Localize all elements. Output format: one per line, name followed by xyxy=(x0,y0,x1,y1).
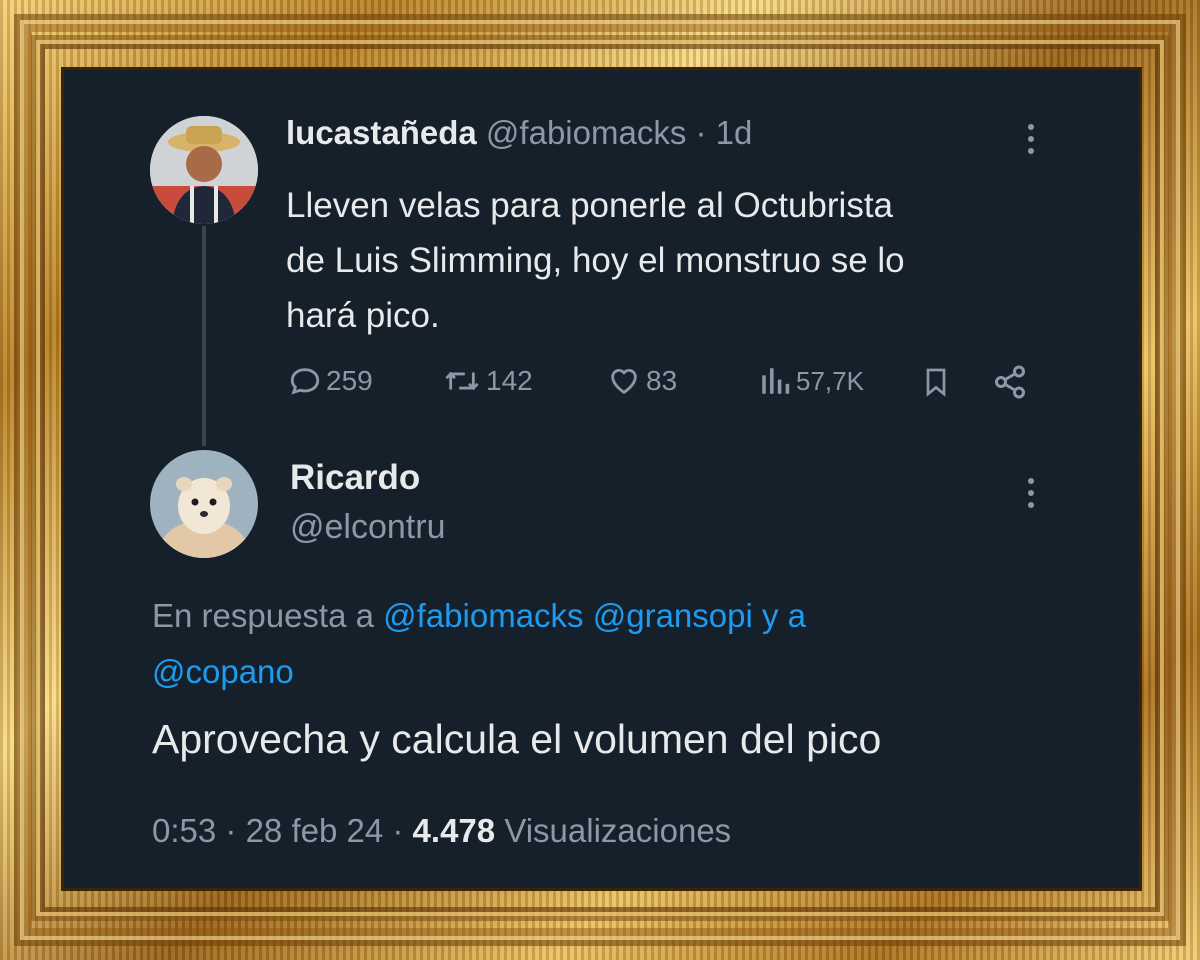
reply-time[interactable]: 0:53 xyxy=(152,812,216,849)
reply-icon xyxy=(290,368,320,395)
tweet-text-line: Lleven velas para ponerle al Octubrista xyxy=(286,186,894,225)
reply-author-handle[interactable]: @elcontru xyxy=(290,508,445,547)
tweet-text: Lleven velas para ponerle al Octubrista … xyxy=(286,178,905,343)
reply-text: Aprovecha y calcula el volumen del pico xyxy=(152,716,882,762)
author-handle[interactable]: @fabiomacks xyxy=(486,114,686,151)
like-button[interactable]: 83 xyxy=(606,364,677,398)
like-count: 83 xyxy=(646,365,678,396)
reply-conjunction: y a xyxy=(762,597,807,634)
mention-link[interactable]: @copano xyxy=(152,653,294,690)
separator-dot: · xyxy=(695,114,707,151)
retweet-icon xyxy=(445,371,479,391)
reply-meta: 0:53 · 28 feb 24 · 4.478 Visualizaciones xyxy=(152,812,731,850)
like-icon xyxy=(611,369,637,395)
views-label: Visualizaciones xyxy=(504,812,732,849)
reply-author-name[interactable]: Ricardo xyxy=(290,458,420,498)
reply-context: En respuesta a @fabiomacks @gransopi y a… xyxy=(152,588,1032,700)
bookmark-button[interactable] xyxy=(920,364,952,400)
thread-connector-line xyxy=(202,226,206,446)
retweet-count: 142 xyxy=(486,365,533,396)
tweet-text-line: hará pico. xyxy=(286,296,440,335)
mention-link[interactable]: @gransopi xyxy=(593,597,753,634)
views-count: 57,7K xyxy=(796,365,864,396)
mention-link[interactable]: @fabiomacks xyxy=(383,597,583,634)
reply-date[interactable]: 28 feb 24 xyxy=(246,812,384,849)
more-icon[interactable] xyxy=(1026,478,1036,508)
tweet-text-line: de Luis Slimming, hoy el monstruo se lo xyxy=(286,241,905,280)
views-icon xyxy=(762,368,790,394)
more-icon[interactable] xyxy=(1026,124,1036,154)
separator-dot: · xyxy=(225,812,237,849)
share-icon xyxy=(995,365,1025,399)
bookmark-icon xyxy=(926,368,946,397)
retweet-button[interactable]: 142 xyxy=(442,364,533,398)
avatar-image xyxy=(150,116,258,224)
reply-author-avatar[interactable] xyxy=(150,450,258,558)
tweet-age[interactable]: 1d xyxy=(716,114,753,151)
reply-button[interactable]: 259 xyxy=(288,364,373,398)
reply-count: 259 xyxy=(326,365,373,396)
tweet-screen: lucastañeda @fabiomacks · 1d Lleven vela… xyxy=(64,70,1139,888)
separator-dot: · xyxy=(392,812,404,849)
avatar-image xyxy=(150,450,258,558)
views-button[interactable]: 57,7K xyxy=(758,364,864,398)
tweet-header: lucastañeda @fabiomacks · 1d xyxy=(286,114,752,152)
author-avatar[interactable] xyxy=(150,116,258,224)
views-count: 4.478 xyxy=(412,812,496,849)
author-name[interactable]: lucastañeda xyxy=(286,114,477,151)
share-button[interactable] xyxy=(992,364,1028,400)
reply-prefix: En respuesta a xyxy=(152,597,374,634)
